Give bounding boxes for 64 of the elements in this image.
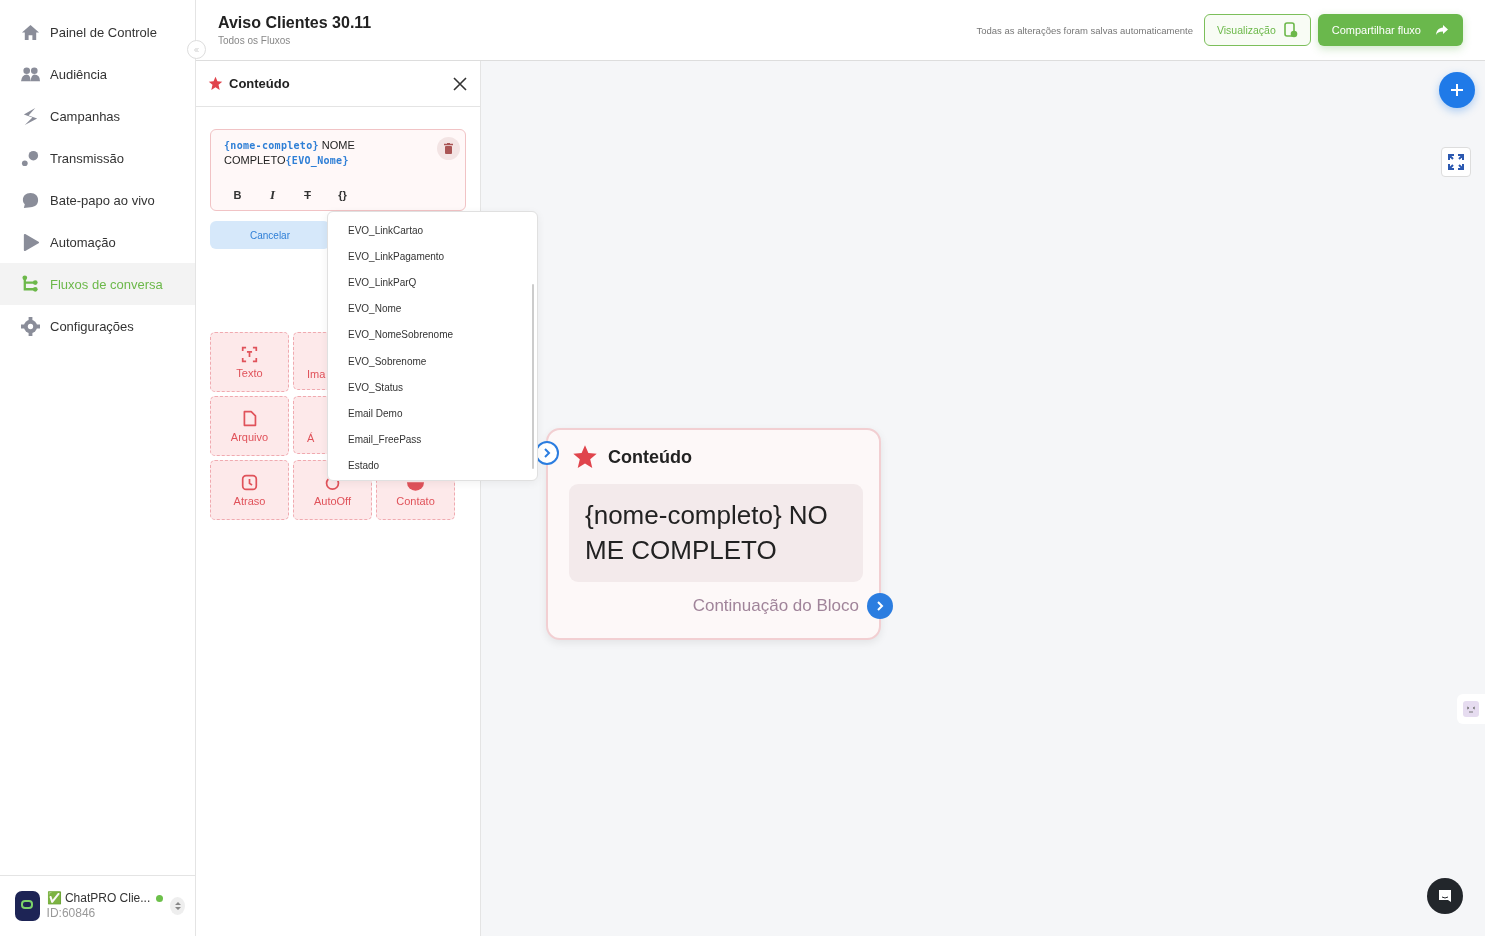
sidebar-item[interactable]: Bate-papo ao vivo [0,179,195,221]
face-icon [1463,701,1479,717]
house-icon [21,22,40,42]
delete-button[interactable] [437,137,460,160]
fit-view-button[interactable] [1441,147,1471,177]
message-text: {nome-completo} NOME COMPLETO{EVO_Nome} [224,138,356,168]
sidebar-item[interactable]: Automação [0,221,195,263]
save-status: Todas as alterações foram salvas automaticamente [976,24,1193,36]
continuation-label: Continuação do Bloco [692,596,859,616]
gear-icon [21,316,40,336]
account-id: ID:60846 [46,906,97,921]
semicircle-icon [407,481,424,491]
format-button[interactable]: I [262,187,283,203]
sidebar-item[interactable]: Painel de Controle [0,11,195,53]
chat-icon [1437,888,1453,904]
expand-icon [1448,154,1464,170]
avatar [15,891,40,921]
menu-item[interactable]: EVO_NomeSobrenome [328,321,537,348]
panel-title: Conteúdo [229,76,290,91]
sidebar-item[interactable]: Campanhas [0,95,195,137]
file-icon [241,409,258,427]
menu-item[interactable]: EVO_LinkParQ [328,269,537,296]
node-message: {nome-completo} NOME COMPLETO [569,484,863,582]
flow-icon [21,274,40,294]
bubble-icon [21,190,40,210]
clock-icon [241,473,258,491]
share-icon [1435,24,1449,36]
dots-icon [21,148,40,168]
menu-item[interactable]: Email_FreePass [328,426,537,453]
phone-icon [1283,22,1298,38]
node-title: Conteúdo [608,446,692,468]
star-icon [572,444,598,470]
add-button[interactable] [1439,72,1475,108]
menu-item[interactable]: Email Demo [328,400,537,427]
switch-account-button[interactable] [170,897,185,915]
breadcrumb-link[interactable]: Todos os Fluxos [218,35,372,46]
flow-title: Aviso Clientes 30.11 [218,14,372,32]
content-node[interactable]: Conteúdo {nome-completo} NOME COMPLETO Continuação do Bloco [546,428,881,640]
menu-item[interactable]: EVO_Nome [328,295,537,322]
chat-button[interactable] [1427,878,1463,914]
people-icon [21,64,40,84]
bolt-icon [21,106,40,126]
text-icon [241,345,258,363]
star-icon [208,76,223,91]
sidebar-item[interactable]: Configurações [0,305,195,347]
menu-item[interactable]: EVO_Sobrenome [328,347,537,375]
format-button[interactable]: T [297,187,318,203]
play-icon [21,232,40,252]
format-button[interactable]: B [227,187,248,203]
plus-icon [1450,83,1464,97]
chevron-icon [876,601,884,611]
menu-item[interactable]: EVO_LinkPagamento [328,243,537,270]
up-down-icon [173,901,182,911]
sidebar-item[interactable]: Transmissão [0,137,195,179]
message-editor[interactable]: {nome-completo} NOME COMPLETO{EVO_Nome} B I T {} [210,129,466,211]
trash-icon [444,143,453,154]
menu-item[interactable]: EVO_LinkCartao [328,217,537,244]
sidebar-item[interactable]: Audiência [0,53,195,95]
account-name: ✅ ChatPRO Clie... [46,891,151,906]
chevron-icon [543,448,551,458]
output-connector[interactable] [867,593,893,619]
close-icon[interactable] [452,75,468,92]
menu-item[interactable]: EVO_Status [328,374,537,401]
format-button[interactable]: {} [332,187,353,203]
